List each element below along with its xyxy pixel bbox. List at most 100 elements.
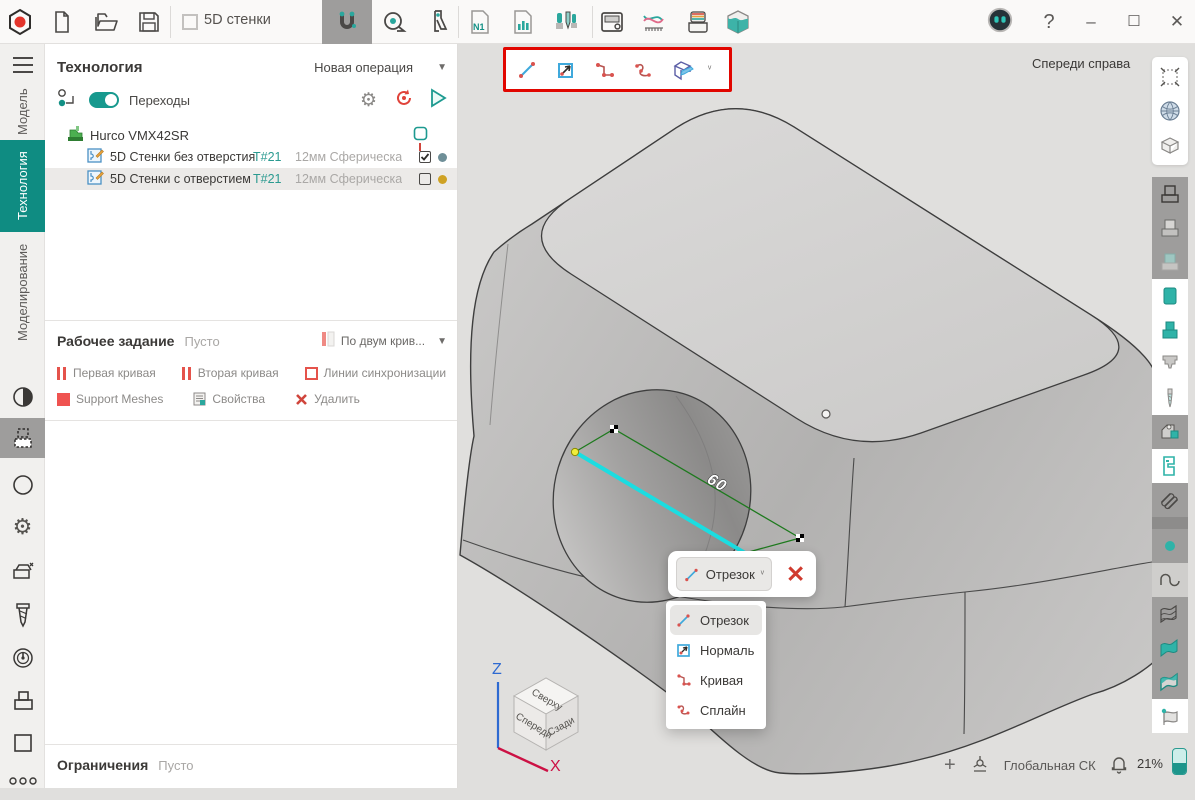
shaded-view-globe-button[interactable]: [1152, 94, 1188, 128]
minimize-button[interactable]: –: [1076, 9, 1106, 35]
isometric-view-button[interactable]: [1152, 128, 1188, 162]
sketch-edit-button[interactable]: [668, 55, 698, 85]
show-curves-button[interactable]: [1152, 563, 1188, 597]
segment-tool-button[interactable]: [512, 55, 542, 85]
snap-magnet-button-active[interactable]: [322, 0, 372, 44]
coordinate-system-icon[interactable]: [970, 754, 990, 777]
document-tab-title[interactable]: 5D стенки: [204, 12, 271, 28]
operation-row-1[interactable]: 5D Стенки без отверстия T#21 12мм Сферич…: [45, 146, 457, 168]
cancel-sketch-button[interactable]: ✕: [786, 564, 805, 584]
graphs-button[interactable]: [641, 8, 669, 36]
report-button[interactable]: [509, 8, 537, 36]
notifications-bell-icon[interactable]: [1110, 754, 1128, 777]
show-part-solid-button[interactable]: [1152, 279, 1188, 313]
show-stock-solid-button[interactable]: [1152, 211, 1188, 245]
open-file-button[interactable]: [92, 8, 120, 36]
operations-structure-icon[interactable]: [57, 88, 77, 113]
show-part-transparent-button[interactable]: [1152, 245, 1188, 279]
caliper-button[interactable]: [424, 8, 452, 36]
tab-technology[interactable]: Технология: [0, 140, 45, 232]
show-toolpath-button[interactable]: [1152, 483, 1188, 517]
help-button[interactable]: ?: [1034, 9, 1064, 35]
show-fixtures-button[interactable]: [1152, 313, 1188, 347]
material-simulation-button[interactable]: [724, 8, 752, 36]
toolbar-expand-caret-icon[interactable]: ᵛ: [708, 64, 711, 75]
settings-gear-icon[interactable]: ⚙: [0, 508, 45, 546]
normal-tool-button[interactable]: [551, 55, 581, 85]
view-orientation-label[interactable]: Спереди справа: [1032, 56, 1130, 71]
assistant-avatar[interactable]: [986, 6, 1014, 34]
zoom-level-label[interactable]: 21%: [1137, 756, 1163, 771]
menu-item-spline[interactable]: Сплайн: [670, 695, 762, 725]
new-file-button[interactable]: [48, 8, 76, 36]
machine-visibility-box[interactable]: [413, 126, 428, 144]
compass-icon[interactable]: [0, 466, 45, 504]
show-holder-button[interactable]: [1152, 347, 1188, 381]
close-button[interactable]: ✕: [1162, 9, 1192, 35]
show-surfaces-shaded-button[interactable]: [1152, 631, 1188, 665]
titlebar: 5D стенки N1 ? – ☐ ✕: [0, 0, 1195, 44]
stock-block-icon[interactable]: [0, 682, 45, 720]
new-operation-caret-icon[interactable]: ▼: [437, 62, 447, 73]
tab-modeling[interactable]: Моделирование: [0, 234, 45, 350]
show-tool-button[interactable]: [1152, 381, 1188, 415]
sync-lines-icon: [305, 367, 318, 380]
add-cs-button[interactable]: +: [944, 754, 956, 777]
show-faces-mixed-button[interactable]: [1152, 665, 1188, 699]
handle-point-1[interactable]: [610, 425, 618, 433]
first-curve-item[interactable]: Первая кривая: [57, 366, 156, 380]
viewport-3d[interactable]: 60 ᵛ Спереди справа: [458, 44, 1195, 788]
postprocess-box-icon[interactable]: [0, 552, 45, 590]
strip-scrollbar-thumb[interactable]: [1152, 517, 1188, 529]
show-machine-button[interactable]: [1152, 449, 1188, 483]
new-operation-button[interactable]: Новая операция: [314, 60, 413, 75]
render-mode-icon[interactable]: [0, 378, 45, 416]
show-surfaces-wireframe-button[interactable]: [1152, 597, 1188, 631]
view-cube[interactable]: Z X Сверху Спереди Сзади: [484, 656, 596, 774]
properties-item[interactable]: Свойства: [193, 392, 265, 406]
tool-icon[interactable]: [0, 596, 45, 634]
gauge-icon[interactable]: [0, 639, 45, 677]
menu-item-segment[interactable]: Отрезок: [670, 605, 762, 635]
coordinate-system-label[interactable]: Глобальная СК: [1004, 758, 1096, 773]
tool-library-button[interactable]: [552, 8, 580, 36]
transitions-toggle[interactable]: [89, 92, 119, 108]
plane-square-icon[interactable]: [0, 724, 45, 762]
segment-start-point[interactable]: [571, 448, 578, 455]
job-mode-select[interactable]: По двум крив...: [341, 334, 425, 348]
operation-checkbox-checked[interactable]: [419, 151, 431, 163]
hamburger-menu-icon[interactable]: [0, 46, 45, 84]
second-curve-item[interactable]: Вторая кривая: [182, 366, 279, 380]
calculator-button[interactable]: [598, 8, 626, 36]
save-button[interactable]: [135, 8, 163, 36]
measure-tape-button[interactable]: [380, 8, 408, 36]
show-machine-head-button-active[interactable]: [1152, 415, 1188, 449]
support-meshes-item[interactable]: Support Meshes: [57, 392, 163, 406]
zoom-fit-button[interactable]: [1152, 60, 1188, 94]
operation-settings-gear-icon[interactable]: ⚙: [360, 89, 377, 112]
recalculate-icon[interactable]: [394, 88, 414, 113]
delete-item[interactable]: Удалить: [295, 392, 360, 406]
show-stock-wireframe-button[interactable]: [1152, 177, 1188, 211]
menu-item-normal[interactable]: Нормаль: [670, 635, 762, 665]
job-mode-caret-icon[interactable]: ▼: [437, 336, 447, 347]
sync-lines-item[interactable]: Линии синхронизации: [305, 366, 446, 380]
workpiece-setup-button-active[interactable]: [0, 418, 45, 458]
machine-row[interactable]: Hurco VMX42SR: [45, 124, 457, 146]
menu-item-curve[interactable]: Кривая: [670, 665, 762, 695]
show-flags-button[interactable]: [1152, 699, 1188, 733]
lathe-stock-button[interactable]: [684, 8, 712, 36]
spline-tool-button[interactable]: [629, 55, 659, 85]
run-simulation-button[interactable]: [429, 88, 447, 113]
nc-program-button[interactable]: N1: [466, 8, 494, 36]
point-marker[interactable]: [822, 410, 830, 418]
operation-checkbox-unchecked[interactable]: [419, 173, 431, 185]
maximize-button[interactable]: ☐: [1119, 9, 1149, 35]
operation-row-2-selected[interactable]: 5D Стенки с отверстием T#21 12мм Сфериче…: [45, 168, 457, 190]
tab-model[interactable]: Модель: [0, 84, 45, 140]
curve-tool-button[interactable]: [590, 55, 620, 85]
more-options-icon[interactable]: [0, 762, 45, 800]
show-points-button[interactable]: [1152, 529, 1188, 563]
handle-point-2[interactable]: [796, 534, 804, 542]
segment-type-combobox[interactable]: Отрезок ᵛ: [676, 557, 772, 591]
